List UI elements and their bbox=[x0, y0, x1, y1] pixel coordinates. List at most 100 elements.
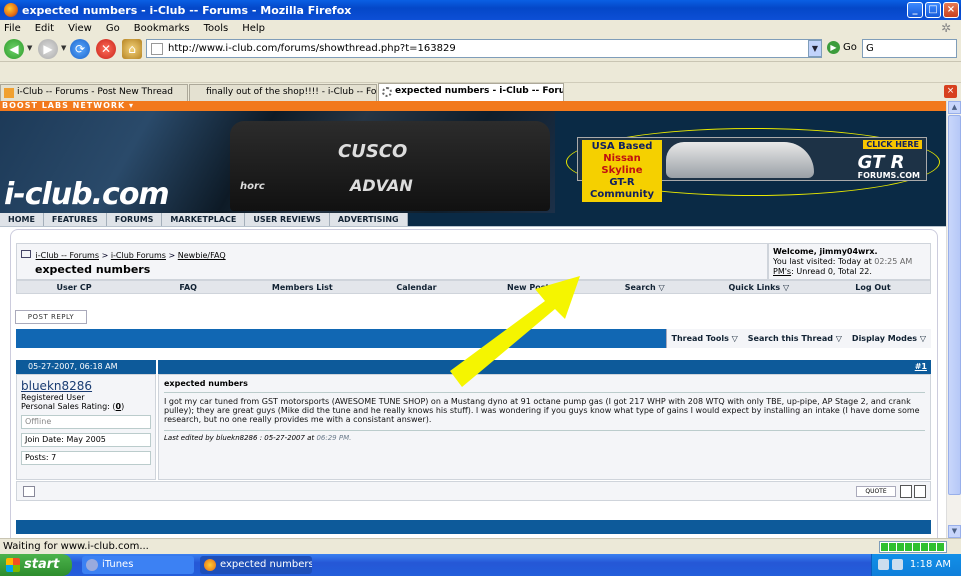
quote-button[interactable]: QUOTE bbox=[856, 486, 896, 497]
loading-progress bbox=[879, 541, 947, 553]
nav-marketplace[interactable]: MARKETPLACE bbox=[162, 213, 246, 226]
firefox-icon bbox=[4, 3, 18, 17]
post-number-link[interactable]: #1 bbox=[915, 360, 927, 374]
itunes-icon bbox=[86, 559, 98, 571]
online-status: Offline bbox=[21, 415, 151, 429]
menu-help[interactable]: Help bbox=[242, 23, 265, 34]
page-icon bbox=[151, 42, 163, 55]
back-history-dropdown[interactable]: ▼ bbox=[27, 44, 32, 52]
forumnav-quick-links[interactable]: Quick Links ▽ bbox=[702, 281, 816, 293]
ad-brand: GT R FORUMS.COM bbox=[857, 152, 920, 180]
windows-logo-icon bbox=[6, 558, 20, 572]
throbber-icon: ✲ bbox=[941, 21, 952, 35]
forumnav-members-list[interactable]: Members List bbox=[245, 281, 359, 293]
start-button[interactable]: start bbox=[0, 554, 72, 576]
tab-label: i-Club -- Forums - Post New Thread bbox=[17, 87, 174, 97]
menu-go[interactable]: Go bbox=[106, 23, 120, 34]
tab-label: expected numbers - i-Club -- Forums bbox=[395, 86, 564, 96]
go-label: Go bbox=[843, 42, 857, 53]
pms-link[interactable]: PM's bbox=[773, 267, 791, 276]
user-title: Registered User bbox=[21, 393, 85, 402]
scroll-up-arrow[interactable]: ▲ bbox=[948, 101, 961, 114]
search-thread-menu[interactable]: Search this Thread ▽ bbox=[743, 329, 847, 348]
scroll-thumb[interactable] bbox=[948, 115, 961, 495]
tray-clock: 1:18 AM bbox=[909, 559, 951, 570]
taskbar-firefox[interactable]: expected numbers - i... bbox=[200, 556, 312, 574]
page-viewport: BOOST LABS NETWORK ▾ CUSCO ADVAN horc i-… bbox=[0, 101, 946, 538]
gtr-car-image bbox=[666, 142, 814, 178]
search-input[interactable]: G bbox=[862, 39, 957, 58]
report-post-icon[interactable] bbox=[23, 486, 35, 497]
forumnav-search[interactable]: Search ▽ bbox=[588, 281, 702, 293]
page-scrollbar[interactable]: ▲ ▼ bbox=[946, 101, 961, 538]
home-button[interactable]: ⌂ bbox=[122, 39, 142, 59]
windows-taskbar: start iTunes expected numbers - i... 1:1… bbox=[0, 554, 961, 576]
post-username[interactable]: bluekn8286 bbox=[21, 379, 151, 393]
post-footer: QUOTE bbox=[16, 481, 931, 501]
forumnav-log-out[interactable]: Log Out bbox=[816, 281, 930, 293]
breadcrumb: i-Club -- Forums > i-Club Forums > Newbi… bbox=[21, 250, 226, 260]
forward-history-dropdown[interactable]: ▼ bbox=[61, 44, 66, 52]
forumnav-faq[interactable]: FAQ bbox=[131, 281, 245, 293]
window-title: expected numbers - i-Club -- Forums - Mo… bbox=[22, 3, 352, 17]
go-button[interactable]: ▶ Go bbox=[827, 41, 857, 54]
breadcrumb-root[interactable]: i-Club -- Forums bbox=[36, 251, 99, 260]
thread-tools-menu[interactable]: Thread Tools ▽ bbox=[667, 329, 743, 348]
nav-home[interactable]: HOME bbox=[0, 213, 44, 226]
site-logo[interactable]: i-club.com bbox=[4, 177, 170, 212]
url-history-dropdown[interactable]: ▼ bbox=[808, 40, 822, 57]
tab-finally-out[interactable]: finally out of the shop!!!! - i-Club -- … bbox=[189, 84, 377, 101]
scroll-down-arrow[interactable]: ▼ bbox=[948, 525, 961, 538]
close-window-button[interactable]: × bbox=[943, 2, 959, 18]
user-info-panel: bluekn8286 Registered User Personal Sale… bbox=[16, 374, 156, 480]
url-text: http://www.i-club.com/forums/showthread.… bbox=[168, 43, 456, 54]
loading-icon bbox=[382, 87, 392, 97]
forumnav-user-cp[interactable]: User CP bbox=[17, 281, 131, 293]
address-bar[interactable]: http://www.i-club.com/forums/showthread.… bbox=[146, 39, 822, 58]
gtr-forums-ad[interactable]: USA Based Nissan Skyline GT-R Community … bbox=[577, 137, 927, 202]
menu-view[interactable]: View bbox=[68, 23, 92, 34]
nav-forums[interactable]: FORUMS bbox=[107, 213, 163, 226]
forward-button[interactable]: ▶ bbox=[38, 39, 58, 59]
menu-bookmarks[interactable]: Bookmarks bbox=[134, 23, 190, 34]
breadcrumb-box: i-Club -- Forums > i-Club Forums > Newbi… bbox=[16, 243, 768, 280]
menu-edit[interactable]: Edit bbox=[35, 23, 54, 34]
close-tab-button[interactable]: × bbox=[944, 85, 957, 98]
tab-expected-numbers[interactable]: expected numbers - i-Club -- Forums bbox=[378, 83, 564, 101]
yellow-arrow-annotation bbox=[450, 276, 580, 387]
breadcrumb-forums[interactable]: i-Club Forums bbox=[111, 251, 166, 260]
tray-network-icon[interactable] bbox=[878, 559, 889, 570]
tab-post-new-thread[interactable]: i-Club -- Forums - Post New Thread bbox=[0, 84, 188, 101]
bookmarks-toolbar bbox=[0, 62, 961, 83]
quick-reply-icon[interactable] bbox=[914, 485, 926, 498]
folder-icon bbox=[21, 250, 31, 258]
menu-tools[interactable]: Tools bbox=[204, 23, 229, 34]
ad-tagline: USA Based Nissan Skyline GT-R Community bbox=[582, 140, 662, 202]
back-button[interactable]: ◀ bbox=[4, 39, 24, 59]
tray-volume-icon[interactable] bbox=[892, 559, 903, 570]
display-modes-menu[interactable]: Display Modes ▽ bbox=[847, 329, 931, 348]
next-post-header bbox=[16, 520, 931, 534]
nav-features[interactable]: FEATURES bbox=[44, 213, 107, 226]
breadcrumb-newbie-faq[interactable]: Newbie/FAQ bbox=[178, 251, 226, 260]
reload-button[interactable]: ⟳ bbox=[70, 39, 90, 59]
nav-advertising[interactable]: ADVERTISING bbox=[330, 213, 408, 226]
taskbar-itunes[interactable]: iTunes bbox=[82, 556, 194, 574]
window-titlebar: expected numbers - i-Club -- Forums - Mo… bbox=[0, 0, 961, 20]
site-banner: CUSCO ADVAN horc i-club.com USA Based Ni… bbox=[0, 111, 946, 213]
post-count: Posts: 7 bbox=[21, 451, 151, 465]
welcome-box: Welcome, jimmy04wrx. You last visited: T… bbox=[768, 243, 931, 280]
menu-file[interactable]: File bbox=[4, 23, 21, 34]
multiquote-icon[interactable] bbox=[900, 485, 912, 498]
network-bar[interactable]: BOOST LABS NETWORK ▾ bbox=[0, 101, 946, 111]
join-date: Join Date: May 2005 bbox=[21, 433, 151, 447]
post-reply-button[interactable]: POST REPLY bbox=[15, 310, 87, 324]
status-bar: Waiting for www.i-club.com... bbox=[0, 538, 961, 554]
stop-button[interactable]: ✕ bbox=[96, 39, 116, 59]
nav-user-reviews[interactable]: USER REVIEWS bbox=[245, 213, 330, 226]
ad-click-here: CLICK HERE bbox=[863, 140, 922, 149]
maximize-button[interactable]: □ bbox=[925, 2, 941, 18]
minimize-button[interactable]: _ bbox=[907, 2, 923, 18]
tab-label: finally out of the shop!!!! - i-Club -- … bbox=[206, 87, 377, 97]
welcome-greeting: Welcome, jimmy04wrx. bbox=[773, 247, 878, 256]
